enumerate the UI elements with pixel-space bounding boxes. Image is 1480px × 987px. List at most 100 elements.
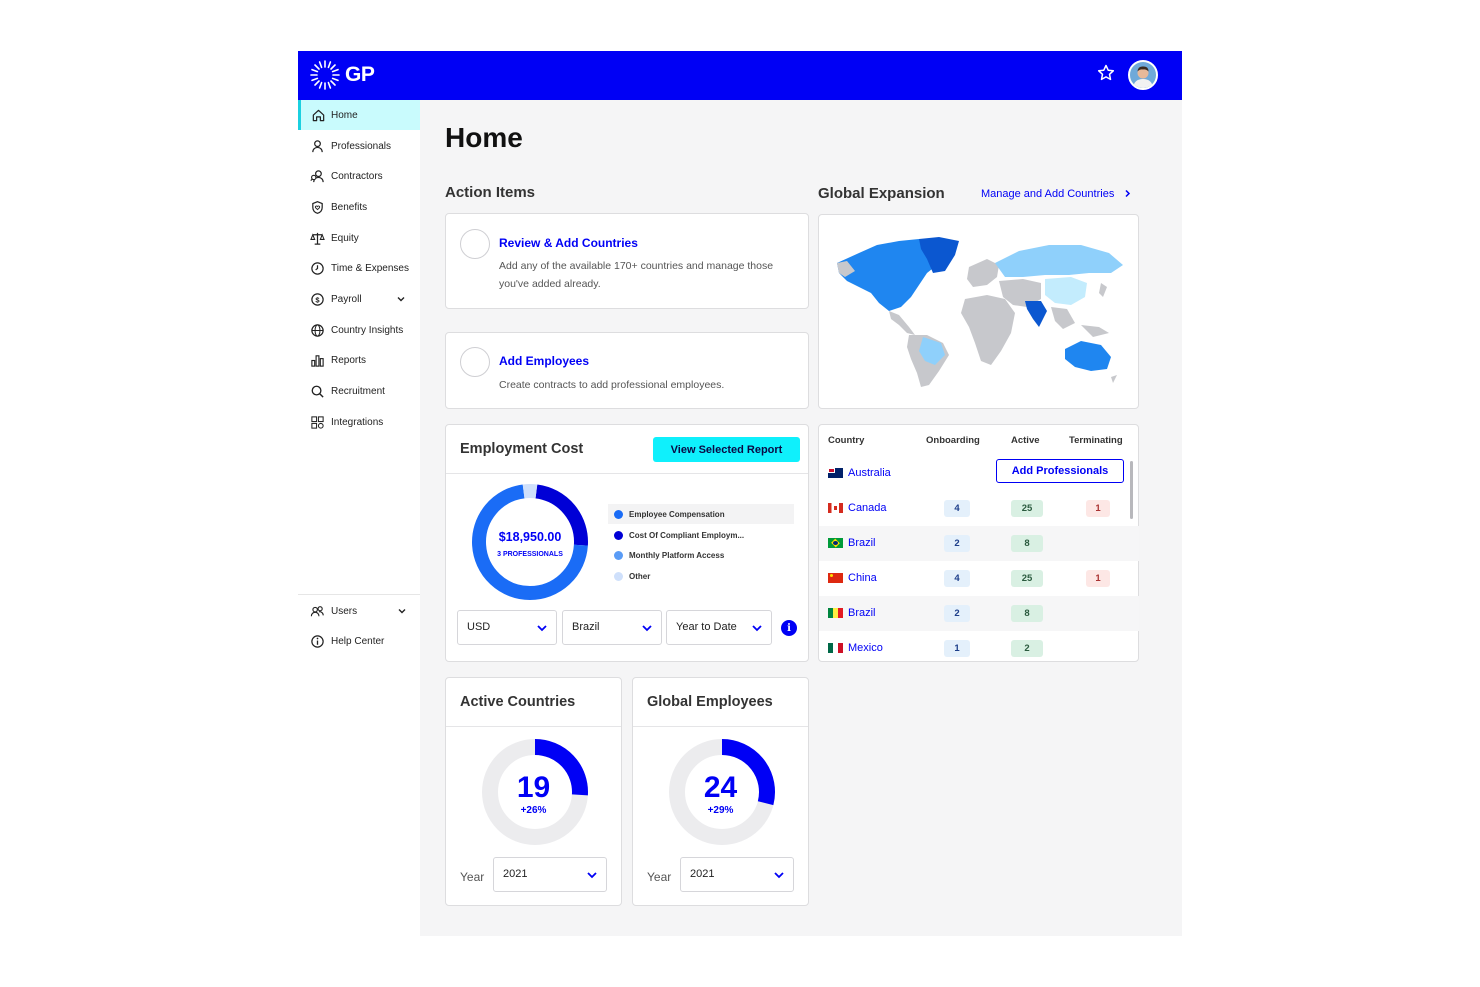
active-count: 25 <box>1011 570 1043 587</box>
view-report-button[interactable]: View Selected Report <box>653 437 800 462</box>
sidebar-item-label: Benefits <box>331 201 368 213</box>
action-items-title: Action Items <box>445 184 536 201</box>
active-countries-change: +26% <box>520 805 547 816</box>
action-checkbox[interactable] <box>460 229 490 259</box>
currency-select[interactable]: USD <box>457 610 557 645</box>
active-countries-value: 19 <box>516 771 551 804</box>
legend-dot <box>614 509 623 519</box>
action-title[interactable]: Add Employees <box>499 354 589 368</box>
global-employees-value: 24 <box>703 771 738 804</box>
year-value: 2021 <box>503 868 528 880</box>
table-row[interactable]: Australia Add Professionals <box>819 456 1139 491</box>
info-icon[interactable]: i <box>781 620 797 636</box>
active-countries-title: Active Countries <box>460 694 576 710</box>
table-row[interactable]: Mexico 1 2 <box>819 631 1139 662</box>
sidebar-item-users[interactable]: Users <box>298 596 420 626</box>
chevron-down-icon <box>774 872 784 879</box>
shield-heart-icon <box>312 200 323 214</box>
sidebar-item-label: Equity <box>331 232 359 244</box>
country-link[interactable]: China <box>828 572 877 584</box>
manage-countries-label: Manage and Add Countries <box>981 188 1115 200</box>
active-count: 8 <box>1011 535 1043 552</box>
app-window: GP Home Professionals Contractors Benefi… <box>298 51 1182 936</box>
sidebar-item-label: Home <box>331 109 358 121</box>
table-scrollbar[interactable] <box>1130 461 1133 519</box>
table-row[interactable]: Brazil 2 8 <box>819 526 1139 561</box>
action-card-review-countries[interactable]: Review & Add Countries Add any of the av… <box>445 213 809 309</box>
chevron-down-icon[interactable] <box>397 606 407 616</box>
action-title[interactable]: Review & Add Countries <box>499 236 638 250</box>
legend-item: Cost Of Compliant Employm... <box>608 525 794 545</box>
svg-text:$: $ <box>315 295 320 304</box>
sidebar-item-country-insights[interactable]: Country Insights <box>298 315 420 345</box>
onboarding-count: 2 <box>944 605 970 622</box>
sidebar-item-integrations[interactable]: Integrations <box>298 407 420 437</box>
legend-dot <box>614 530 623 540</box>
country-link[interactable]: Australia <box>828 467 891 479</box>
sidebar-item-label: Reports <box>331 354 367 366</box>
year-select[interactable]: 2021 <box>680 857 794 892</box>
users-icon <box>310 605 324 616</box>
terminating-count: 1 <box>1086 500 1110 517</box>
sidebar-item-time-expenses[interactable]: Time & Expenses <box>298 253 420 283</box>
chevron-down-icon[interactable] <box>396 294 406 304</box>
period-select[interactable]: Year to Date <box>666 610 772 645</box>
cost-total: $18,950.00 <box>498 530 562 544</box>
country-link[interactable]: Canada <box>828 502 887 514</box>
search-icon <box>311 385 324 398</box>
person-icon <box>312 139 323 152</box>
onboarding-count: 4 <box>944 500 970 517</box>
sidebar-item-professionals[interactable]: Professionals <box>298 131 420 161</box>
global-employees-change: +29% <box>707 805 734 816</box>
column-header-terminating: Terminating <box>1069 435 1123 446</box>
sidebar-item-benefits[interactable]: Benefits <box>298 192 420 222</box>
legend-dot <box>614 550 623 560</box>
gp-logo-icon <box>310 60 340 90</box>
country-select[interactable]: Brazil <box>562 610 662 645</box>
action-card-add-employees[interactable]: Add Employees Create contracts to add pr… <box>445 332 809 409</box>
star-icon[interactable] <box>1096 63 1116 83</box>
active-count: 2 <box>1011 640 1043 657</box>
brand-name: GP <box>345 63 375 86</box>
country-table: Country Onboarding Active Terminating Au… <box>818 424 1139 662</box>
sidebar-item-help-center[interactable]: Help Center <box>298 626 420 656</box>
user-avatar[interactable] <box>1128 60 1158 90</box>
sidebar-item-reports[interactable]: Reports <box>298 345 420 375</box>
australia-flag-icon <box>828 468 843 478</box>
cost-sub-label: 3 PROFESSIONALS <box>497 551 563 558</box>
table-row[interactable]: China 4 25 1 <box>819 561 1139 596</box>
sidebar-item-recruitment[interactable]: Recruitment <box>298 376 420 406</box>
year-label: Year <box>460 870 485 884</box>
country-link[interactable]: Brazil <box>828 537 876 549</box>
country-link[interactable]: Brazil <box>828 607 876 619</box>
card-header: Employment Cost View Selected Report <box>446 425 808 474</box>
legend-label: Employee Compensation <box>629 509 725 519</box>
sidebar-item-contractors[interactable]: Contractors <box>298 161 420 191</box>
manage-countries-link[interactable]: Manage and Add Countries <box>981 188 1132 200</box>
clock-icon <box>311 261 324 275</box>
sidebar-item-home[interactable]: Home <box>298 100 420 130</box>
legend-dot <box>614 571 623 581</box>
legend-label: Other <box>629 571 651 581</box>
currency-value: USD <box>467 621 491 633</box>
table-row[interactable]: Canada 4 25 1 <box>819 491 1139 526</box>
employment-cost-card: Employment Cost View Selected Report $18… <box>445 424 809 662</box>
world-map[interactable] <box>819 215 1138 408</box>
table-row[interactable]: Brazil 2 8 <box>819 596 1139 631</box>
country-name: Canada <box>848 502 887 514</box>
legend-item: Other <box>608 566 794 586</box>
terminating-count: 1 <box>1086 570 1110 587</box>
sidebar-item-label: Users <box>331 605 358 617</box>
add-professionals-button[interactable]: Add Professionals <box>996 459 1124 483</box>
globe-icon <box>311 323 324 337</box>
main-content: Home Action Items Review & Add Countries… <box>420 100 1182 936</box>
sidebar-item-equity[interactable]: Equity <box>298 223 420 253</box>
action-checkbox[interactable] <box>460 347 490 377</box>
year-select[interactable]: 2021 <box>493 857 607 892</box>
top-bar: GP <box>298 51 1182 100</box>
employment-cost-title: Employment Cost <box>460 441 584 457</box>
country-name: Brazil <box>848 607 876 619</box>
sidebar-item-payroll[interactable]: $ Payroll <box>298 284 420 314</box>
column-header-active: Active <box>1011 435 1040 446</box>
country-link[interactable]: Mexico <box>828 642 883 654</box>
